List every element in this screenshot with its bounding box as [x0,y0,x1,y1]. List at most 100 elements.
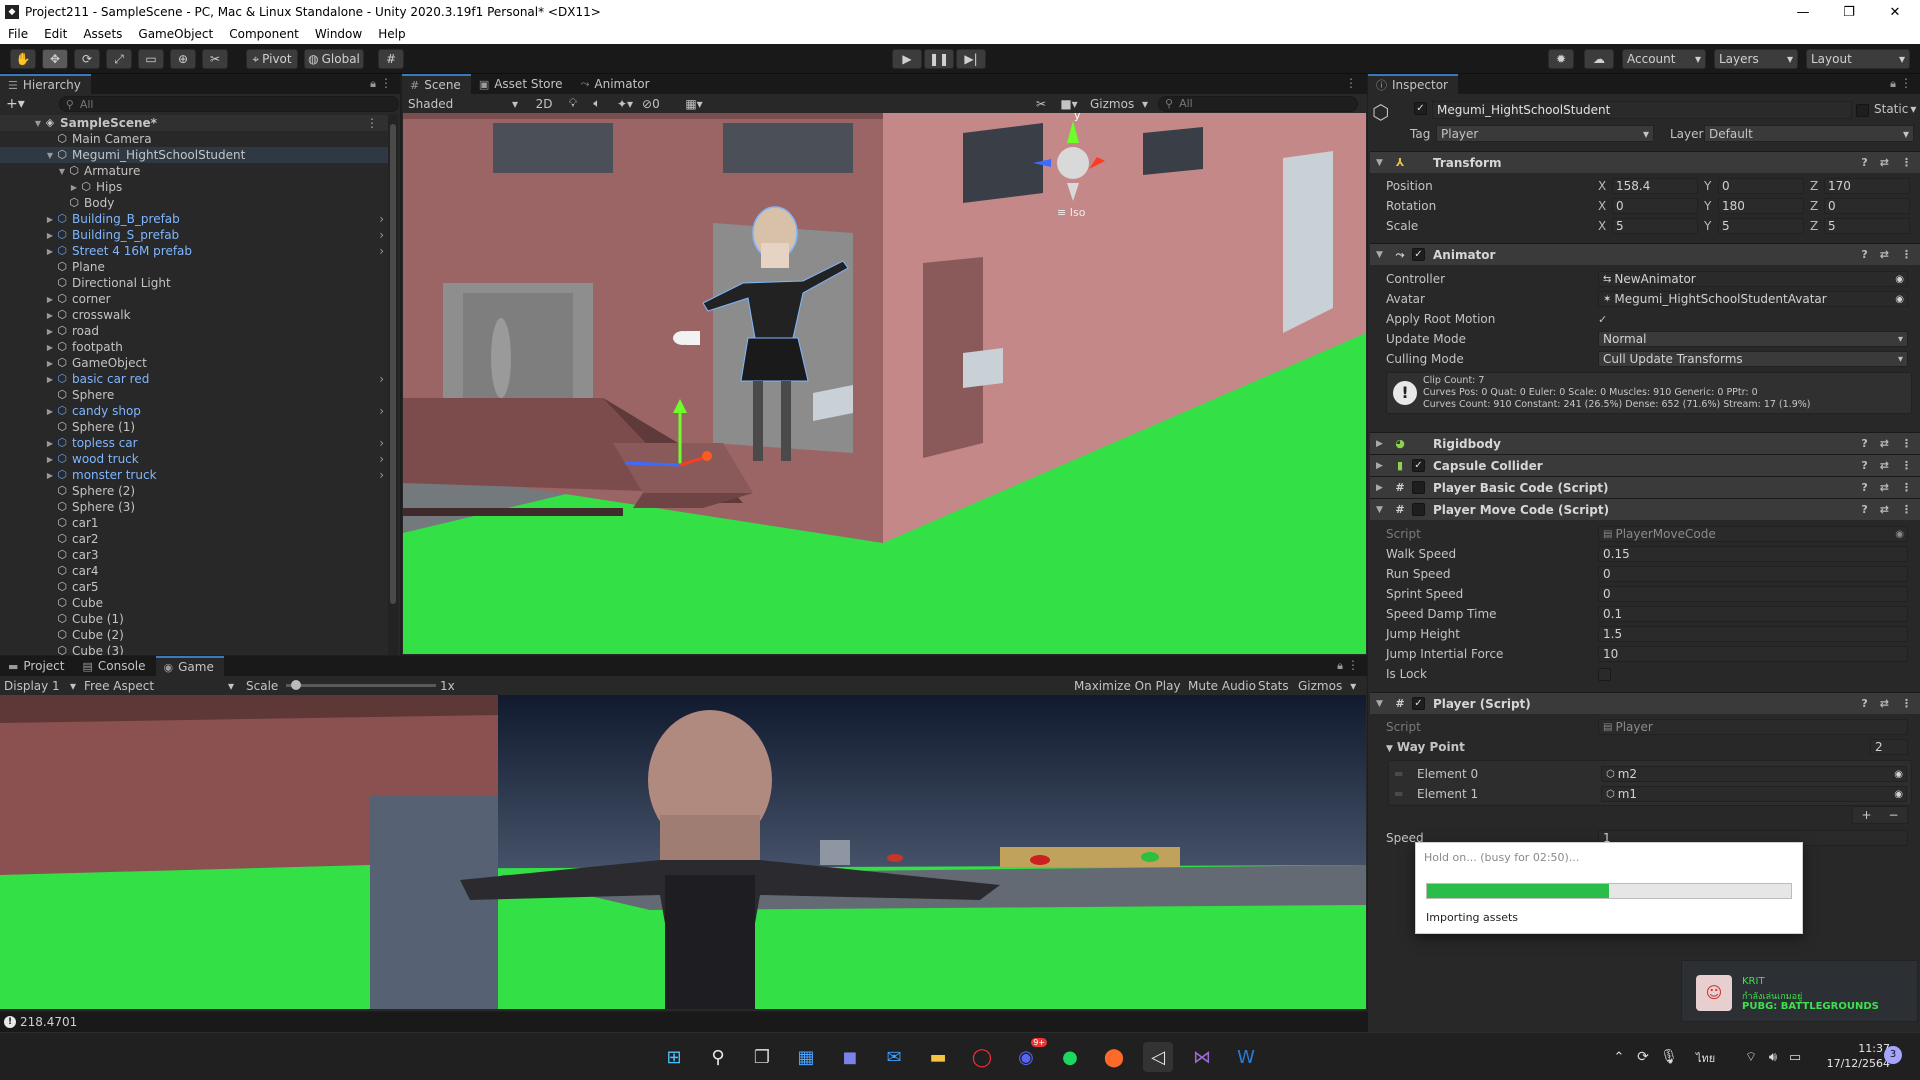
chevron-right-icon[interactable]: ▶ [44,439,56,448]
preset-icon[interactable]: ⇄ [1880,503,1889,516]
task-view-icon[interactable]: ❐ [747,1042,777,1072]
root-motion-checkbox[interactable]: ✓ [1598,313,1607,326]
game-gizmos-dropdown[interactable]: Gizmos ▾ [1298,679,1356,693]
search-icon[interactable]: ⚲ [703,1042,733,1072]
display-dropdown[interactable]: Display 1 ▾ [2,679,78,693]
component-menu-icon[interactable]: ⋮ [1901,503,1912,516]
prefab-open-icon[interactable]: › [379,468,384,482]
position-z-field[interactable]: 170 [1824,178,1910,194]
lighting-icon[interactable]: 💡︎ [562,96,584,111]
menu-assets[interactable]: Assets [75,27,130,41]
waypoint-size-field[interactable]: 2 [1870,739,1908,755]
game-viewport[interactable] [0,695,1366,1009]
component-menu-icon[interactable]: ⋮ [1901,437,1912,450]
transform-tool-icon[interactable]: ⊕ [170,49,196,69]
hierarchy-item[interactable]: ▼ ⬡ Megumi_HightSchoolStudent [0,147,388,163]
position-x-field[interactable]: 158.4 [1612,178,1698,194]
hierarchy-item[interactable]: ⬡ Cube (3) [0,643,388,655]
account-dropdown[interactable]: Account ▾ [1622,49,1706,69]
discord-icon[interactable]: ◉ 9+ [1011,1038,1047,1072]
move-field-input[interactable]: 0 [1598,566,1908,582]
component-menu-icon[interactable]: ⋮ [1901,697,1912,710]
tab-scene[interactable]: # Scene [402,74,471,94]
tab-project[interactable]: ▬ Project [0,656,74,676]
prefab-open-icon[interactable]: › [379,404,384,418]
cloud-icon[interactable]: ☁ [1584,49,1614,69]
hierarchy-item[interactable]: ⬡ Plane [0,259,388,275]
rigidbody-header[interactable]: ▶ ◕ Rigidbody ? ⇄ ⋮ [1370,432,1920,454]
2d-toggle[interactable]: 2D [530,97,558,111]
add-element-icon[interactable]: + [1861,808,1871,822]
capsule-enabled-checkbox[interactable]: ✓ [1412,459,1425,472]
hierarchy-item[interactable]: ⬡ Body [0,195,388,211]
prefab-open-icon[interactable]: › [379,228,384,242]
help-icon[interactable]: ? [1861,459,1867,472]
chevron-right-icon[interactable]: ▶ [44,247,56,256]
chevron-right-icon[interactable]: ▶ [44,343,56,352]
hierarchy-item[interactable]: ▶ ⬡ corner [0,291,388,307]
rotate-tool-icon[interactable]: ⟳ [74,49,100,69]
avatar-field[interactable]: ✶ Megumi_HightSchoolStudentAvatar ◉ [1598,291,1908,307]
add-icon[interactable]: +▾ [6,96,25,112]
mail-icon[interactable]: ✉ [879,1042,909,1072]
unity-taskbar-icon[interactable]: ◁ [1143,1042,1173,1072]
spotify-icon[interactable]: ● [1055,1042,1085,1072]
chevron-right-icon[interactable]: ▶ [44,471,56,480]
position-y-field[interactable]: 0 [1718,178,1804,194]
preset-icon[interactable]: ⇄ [1880,156,1889,169]
hidden-objects-toggle[interactable]: ⊘ 0 [642,97,672,111]
menu-help[interactable]: Help [370,27,413,41]
stats-toggle[interactable]: Stats [1258,679,1289,693]
hierarchy-item[interactable]: ▶ ⬡ Building_B_prefab › [0,211,388,227]
move-gizmo-z[interactable] [624,461,681,467]
static-dropdown[interactable]: Static ▾ [1874,102,1916,116]
update-mode-dropdown[interactable]: Normal [1598,331,1908,347]
hierarchy-item[interactable]: ⬡ car5 [0,579,388,595]
chevron-right-icon[interactable]: ▶ [44,407,56,416]
menu-component[interactable]: Component [221,27,307,41]
chevron-down-icon[interactable]: ▼ [56,167,68,176]
play-button[interactable]: ▶ [892,49,922,69]
hierarchy-item[interactable]: ▶ ⬡ Street 4 16M prefab › [0,243,388,259]
component-menu-icon[interactable]: ⋮ [1901,481,1912,494]
tab-console[interactable]: ▤ Console [74,656,155,676]
word-icon[interactable]: W [1231,1042,1261,1072]
tab-hierarchy[interactable]: ☰ Hierarchy [0,74,91,94]
player-script-header[interactable]: ▼ # ✓ Player (Script) ? ⇄ ⋮ [1370,692,1920,714]
hierarchy-item[interactable]: ▶ ⬡ monster truck › [0,467,388,483]
layer-dropdown[interactable]: Default ▾ [1704,125,1914,142]
component-menu-icon[interactable]: ⋮ [1901,248,1912,261]
hierarchy-item[interactable]: ⬡ Main Camera [0,131,388,147]
tab-asset-store[interactable]: ▣ Asset Store [471,74,573,94]
preset-icon[interactable]: ⇄ [1880,481,1889,494]
global-toggle[interactable]: ◍ Global [304,49,364,69]
grid-toggle-icon[interactable]: ▦▾ [676,97,712,111]
layers-dropdown[interactable]: Layers ▾ [1714,49,1798,69]
step-button[interactable]: ▶| [956,49,986,69]
transform-header[interactable]: ▼ ⅄ Transform ? ⇄ ⋮ [1370,151,1920,173]
shading-dropdown[interactable]: Shaded ▾ [404,95,522,112]
microphone-icon[interactable]: 🎙︎ [1654,1042,1684,1072]
object-picker-icon[interactable]: ◉ [1895,294,1904,305]
widgets-icon[interactable]: ▦ [791,1042,821,1072]
chevron-right-icon[interactable]: ▶ [44,295,56,304]
camera-icon[interactable]: ■▾ [1054,97,1084,111]
pause-button[interactable]: ❚❚ [924,49,954,69]
scale-y-field[interactable]: 5 [1718,218,1804,234]
language-indicator[interactable]: ไทย [1696,1049,1715,1067]
hierarchy-item[interactable]: ▶ ⬡ topless car › [0,435,388,451]
prefab-open-icon[interactable]: › [379,244,384,258]
chevron-right-icon[interactable]: ▶ [44,311,56,320]
drag-handle-icon[interactable]: ═ [1395,767,1402,781]
player-move-code-header[interactable]: ▼ # Player Move Code (Script) ? ⇄ ⋮ [1370,498,1920,520]
drag-handle-icon[interactable]: ═ [1395,787,1402,801]
hierarchy-scrollbar[interactable] [388,114,398,655]
hierarchy-item[interactable]: ▶ ⬡ Hips [0,179,388,195]
menu-gameobject[interactable]: GameObject [130,27,221,41]
panel-menu-icon[interactable]: ⋮ [1345,76,1357,90]
hierarchy-item[interactable]: ⬡ car2 [0,531,388,547]
hierarchy-item[interactable]: ▼ ⬡ Armature [0,163,388,179]
help-icon[interactable]: ? [1861,697,1867,710]
hierarchy-item[interactable]: ▶ ⬡ footpath [0,339,388,355]
animator-header[interactable]: ▼ ⤳ ✓ Animator ? ⇄ ⋮ [1370,243,1920,265]
